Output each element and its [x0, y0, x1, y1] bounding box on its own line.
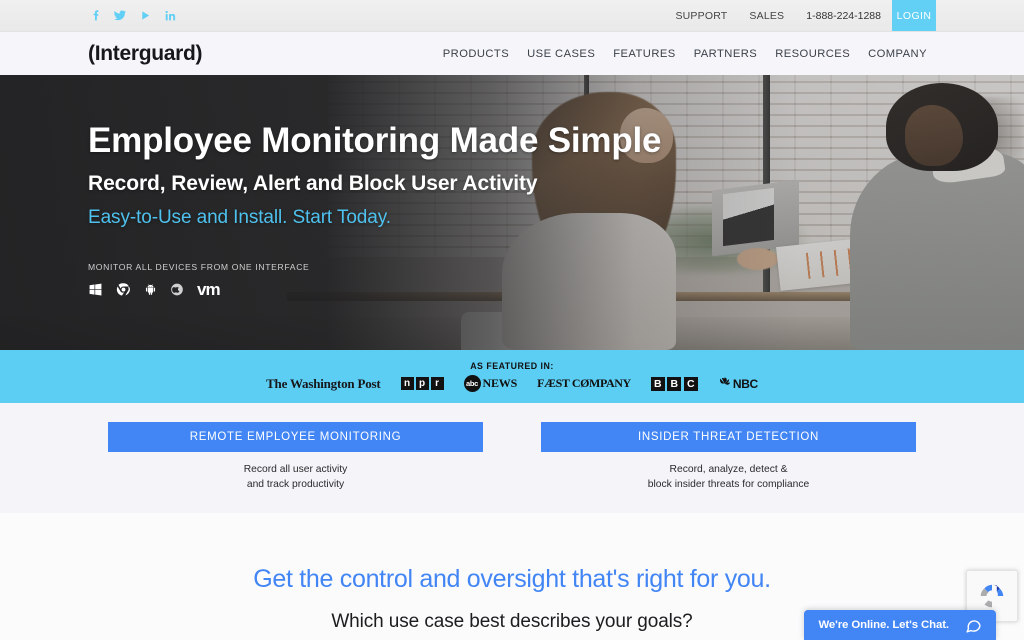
bbc-letter-2: B — [667, 376, 682, 391]
recaptcha-icon — [980, 584, 1004, 608]
cta-card-insider-threat: INSIDER THREAT DETECTION Record, analyze… — [541, 422, 916, 513]
linkedin-icon[interactable] — [163, 9, 177, 23]
windows-icon — [88, 282, 103, 297]
npr-letter-n: n — [400, 377, 414, 390]
chat-widget[interactable]: We're Online. Let's Chat. — [804, 610, 996, 640]
cta-subtext-insider-line2: block insider threats for compliance — [647, 479, 810, 491]
twitter-icon[interactable] — [113, 9, 127, 23]
nbc-text: NBC — [732, 376, 758, 391]
hero-tagline: Easy-to-Use and Install. Start Today. — [88, 207, 391, 229]
top-bar-links: SUPPORT SALES 1-888-224-1288 LOGIN — [664, 0, 1024, 31]
nav-items: PRODUCTS USE CASES FEATURES PARTNERS RES… — [434, 48, 936, 60]
site-logo[interactable]: (Interguard) — [88, 42, 203, 66]
apple-icon — [170, 282, 184, 297]
hero-content: Employee Monitoring Made Simple Record, … — [0, 75, 1024, 298]
remote-employee-monitoring-button[interactable]: REMOTE EMPLOYEE MONITORING — [108, 422, 483, 452]
nav-item-products[interactable]: PRODUCTS — [434, 48, 518, 60]
bbc-letter-1: B — [650, 376, 665, 391]
washington-post-logo: The Washington Post — [266, 375, 381, 391]
cta-subtext-remote-line1: Record all user activity — [243, 464, 348, 475]
main-navigation: (Interguard) PRODUCTS USE CASES FEATURES… — [0, 32, 1024, 75]
vmware-icon: vm — [197, 280, 221, 300]
hero-headline: Employee Monitoring Made Simple — [88, 121, 662, 160]
chrome-icon — [116, 282, 131, 297]
bbc-letter-3: C — [683, 376, 698, 391]
insider-threat-detection-button[interactable]: INSIDER THREAT DETECTION — [541, 422, 916, 452]
use-case-heading: Get the control and oversight that's rig… — [253, 565, 771, 593]
login-button[interactable]: LOGIN — [892, 0, 936, 31]
nav-item-resources[interactable]: RESOURCES — [766, 48, 859, 60]
fast-company-logo: FÆST CØMPANY — [537, 376, 631, 390]
nbc-logo: NBC — [718, 377, 758, 391]
cta-subtext-insider: Record, analyze, detect & block insider … — [541, 462, 916, 493]
npr-letter-p: p — [415, 377, 429, 390]
cta-subtext-remote-line2: and track productivity — [246, 479, 345, 491]
abc-news-logo: abc NEWS — [463, 375, 518, 392]
page-root: SUPPORT SALES 1-888-224-1288 LOGIN (Inte… — [0, 0, 1024, 640]
devices-label: MONITOR ALL DEVICES FROM ONE INTERFACE — [88, 262, 310, 273]
nav-item-company[interactable]: COMPANY — [859, 48, 936, 60]
cta-section: REMOTE EMPLOYEE MONITORING Record all us… — [0, 403, 1024, 513]
bbc-logo: B B C — [650, 376, 698, 391]
phone-number[interactable]: 1-888-224-1288 — [795, 0, 892, 31]
use-case-question: Which use case best describes your goals… — [331, 611, 693, 632]
featured-logos: The Washington Post n p r abc NEWS FÆST … — [266, 375, 758, 392]
hero-section: Employee Monitoring Made Simple Record, … — [0, 75, 1024, 350]
cta-subtext-remote: Record all user activity and track produ… — [108, 462, 483, 493]
top-utility-bar: SUPPORT SALES 1-888-224-1288 LOGIN — [0, 0, 1024, 32]
social-links — [0, 0, 177, 31]
cta-subtext-insider-line1: Record, analyze, detect & — [669, 464, 788, 475]
device-icons: vm — [88, 281, 1024, 298]
nbc-peacock-icon — [719, 377, 730, 385]
nav-item-partners[interactable]: PARTNERS — [685, 48, 767, 60]
npr-letter-r: r — [430, 377, 444, 390]
chat-widget-text: We're Online. Let's Chat. — [818, 619, 949, 631]
abc-mark: abc — [463, 375, 481, 392]
abc-news-text: NEWS — [482, 376, 518, 390]
chat-bubble-icon — [966, 619, 981, 633]
android-icon — [144, 282, 157, 297]
featured-band: AS FEATURED IN: The Washington Post n p … — [0, 350, 1024, 403]
featured-label: AS FEATURED IN: — [470, 361, 554, 371]
support-link[interactable]: SUPPORT — [664, 0, 738, 31]
npr-logo: n p r — [400, 377, 444, 390]
sales-link[interactable]: SALES — [738, 0, 795, 31]
nav-item-features[interactable]: FEATURES — [604, 48, 684, 60]
nav-item-use-cases[interactable]: USE CASES — [518, 48, 604, 60]
cta-card-remote-monitoring: REMOTE EMPLOYEE MONITORING Record all us… — [108, 422, 483, 513]
hero-subheadline: Record, Review, Alert and Block User Act… — [88, 172, 538, 196]
youtube-icon[interactable] — [138, 9, 152, 23]
facebook-icon[interactable] — [88, 9, 102, 23]
